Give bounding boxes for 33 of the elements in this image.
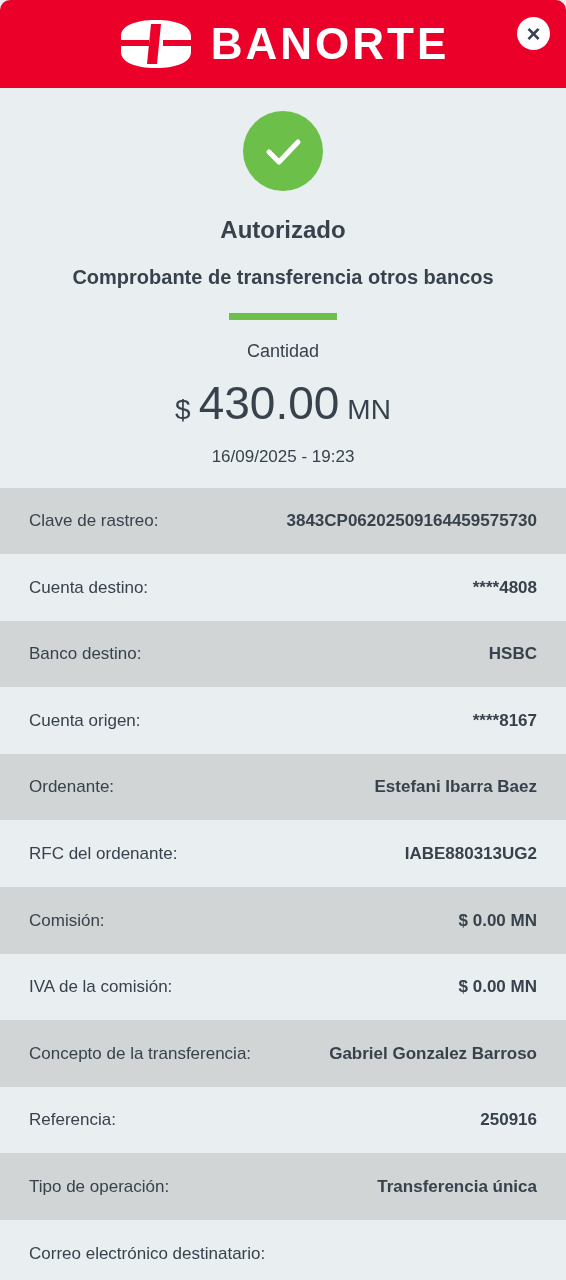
date-time: 16/09/2025 - 19:23	[211, 446, 355, 468]
status-subtitle: Comprobante de transferencia otros bancos	[72, 265, 494, 290]
detail-value: $ 0.00 MN	[458, 976, 537, 999]
detail-value: IABE880313UG2	[404, 843, 537, 865]
amount-value: 430.00	[198, 376, 340, 431]
close-button[interactable]: ×	[517, 17, 550, 50]
currency-unit: MN	[347, 393, 391, 427]
detail-label: IVA de la comisión:	[29, 976, 173, 999]
detail-value: HSBC	[488, 643, 537, 666]
detail-value: ****8167	[472, 709, 537, 732]
detail-value: 3843CP06202509164459575730	[286, 510, 537, 533]
detail-value: 250916	[480, 1109, 537, 1132]
detail-value: Estefani Ibarra Baez	[374, 776, 537, 799]
detail-label: Concepto de la transferencia:	[29, 1042, 252, 1065]
detail-label: Referencia:	[29, 1109, 116, 1132]
detail-label: Cuenta destino:	[29, 576, 149, 599]
detail-value: $ 0.00 MN	[458, 909, 537, 932]
detail-label: Clave de rastreo:	[29, 510, 159, 533]
detail-label: Tipo de operación:	[29, 1176, 170, 1198]
detail-label: Ordenante:	[29, 776, 115, 799]
detail-value: ****4808	[472, 576, 537, 599]
detail-label: Correo electrónico destinatario:	[29, 1242, 266, 1265]
detail-value: Gabriel Gonzalez Barroso	[329, 1042, 537, 1065]
check-icon	[243, 111, 323, 191]
detail-label: Comisión:	[29, 909, 105, 932]
brand-name: BANORTE	[210, 22, 450, 66]
status-title: Autorizado	[220, 215, 346, 245]
detail-label: Banco destino:	[29, 643, 142, 666]
detail-value: Transferencia única	[377, 1176, 537, 1198]
amount-label: Cantidad	[246, 340, 320, 363]
detail-label: RFC del ordenante:	[29, 843, 178, 865]
currency-symbol: $	[175, 393, 191, 427]
detail-label: Cuenta origen:	[29, 709, 141, 732]
